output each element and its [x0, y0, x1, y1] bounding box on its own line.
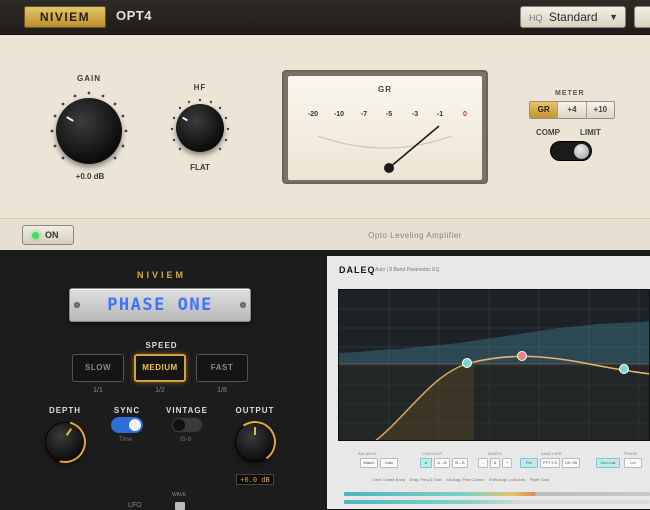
hq-label: HQ [529, 13, 543, 23]
speed-slow-sub: 1/1 [93, 387, 103, 394]
hf-value: FLAT [190, 163, 210, 172]
phase-one-plugin: NIVIEM PHASE ONE SPEED SLOW MEDIUM FAST … [0, 256, 323, 510]
eq-graph-svg [339, 290, 649, 440]
bands-plus[interactable]: + [502, 458, 512, 468]
contour-a-b[interactable]: A→B [434, 458, 450, 468]
eq-group-analyzer: ANALYZER [541, 451, 562, 456]
limit-label: LIMIT [580, 128, 601, 137]
meter-btn-plus4[interactable]: +4 [558, 102, 587, 118]
depth-label: DEPTH [48, 406, 82, 415]
eq-group-phase: PHASE [624, 451, 638, 456]
gain-knob[interactable] [56, 98, 122, 164]
preset-dropdown[interactable]: HQ Standard ▼ [520, 6, 626, 28]
eq-group-balance: BALANCE [358, 451, 377, 456]
gr-meter: GR -20 -10 -7 -5 -3 -1 0 [282, 70, 488, 184]
brand-badge: NIVIEM [24, 6, 106, 28]
contour-a[interactable]: A [420, 458, 432, 468]
gr-meter-face: GR -20 -10 -7 -5 -3 -1 0 [288, 76, 482, 180]
gain-label: GAIN [77, 74, 101, 83]
eq-status-item: Right: Solo [529, 477, 550, 482]
speed-fast-button[interactable]: FAST [196, 354, 248, 382]
output-value: +0.0 dB [236, 474, 274, 485]
bands-minus[interactable]: - [478, 458, 488, 468]
eq-level-meter-left [344, 492, 650, 496]
meter-btn-gr[interactable]: GR [530, 102, 559, 118]
opt4-footer: ON Opto Leveling Amplifier [0, 218, 650, 250]
output-ring [230, 417, 280, 467]
phase-title: PHASE ONE [107, 295, 213, 315]
comp-limit-switch[interactable] [550, 141, 592, 161]
analyzer-ob[interactable]: 1/6 OB [562, 458, 580, 468]
hf-knob[interactable] [176, 104, 224, 152]
menu-button[interactable] [634, 6, 650, 28]
daleq-subtitle: Auto | 8 Band Parametric EQ [375, 267, 440, 273]
analyzer-fft[interactable]: FFT 2.5 [540, 458, 560, 468]
eq-status-item: Drag: Freq & Gain [409, 477, 443, 482]
wave-label: WAVE [172, 492, 187, 498]
gr-needle [317, 125, 453, 173]
product-title: OPT4 [116, 8, 152, 23]
eq-group-contour: CONTOUR [422, 451, 443, 456]
eq-graph[interactable] [338, 289, 650, 441]
chevron-down-icon: ▼ [609, 12, 618, 22]
eq-controls: BALANCE Match Gain CONTOUR A A→B B→A BAN… [338, 448, 650, 474]
speed-label: SPEED [145, 341, 178, 350]
speed-slow-button[interactable]: SLOW [72, 354, 124, 382]
meter-btn-plus10[interactable]: +10 [586, 102, 614, 118]
balance-gain[interactable]: Gain [380, 458, 398, 468]
eq-level-meter-right [344, 500, 650, 504]
bands-count: 8 [490, 458, 500, 468]
phase-brand: NIVIEM [136, 270, 186, 280]
eq-group-bands: BANDS [488, 451, 502, 456]
sync-toggle[interactable] [111, 417, 143, 433]
phase-title-plate: PHASE ONE [69, 288, 251, 322]
sync-sub: Time [119, 437, 133, 443]
depth-ring [36, 413, 94, 471]
lfo-label: LFO [128, 502, 142, 509]
balance-match[interactable]: Match [360, 458, 378, 468]
screw-icon [240, 302, 246, 308]
gain-value: +0.0 dB [75, 172, 105, 181]
comp-label: COMP [536, 128, 560, 137]
vintage-sub: IS-9 [180, 437, 192, 443]
phase-lin[interactable]: Lin [624, 458, 642, 468]
speed-medium-sub: 1/2 [155, 387, 165, 394]
meter-selector: GR +4 +10 [529, 101, 615, 119]
screw-icon [74, 302, 80, 308]
eq-status-item: Alt-drag: Fine Control [446, 477, 485, 482]
tagline: Opto Leveling Amplifier [368, 231, 462, 240]
speed-fast-sub: 1/8 [217, 387, 227, 394]
opt4-plugin: NIVIEM OPT4 HQ Standard ▼ GAIN +0.0 dB H… [0, 0, 650, 250]
vintage-toggle[interactable] [171, 417, 203, 433]
sync-label: SYNC [113, 406, 141, 415]
contour-b-a[interactable]: B→A [452, 458, 468, 468]
hf-label: HF [193, 83, 207, 92]
eq-status-item: Shift-drag: Lock Axis [488, 477, 526, 482]
eq-status-bar: Cmd: Create Band Drag: Freq & Gain Alt-d… [372, 477, 549, 482]
phase-zero-lat[interactable]: Zero Lat [596, 458, 620, 468]
preset-value: Standard [548, 10, 598, 24]
analyzer-pre[interactable]: Pre [520, 458, 538, 468]
opt4-header: NIVIEM OPT4 HQ Standard ▼ [0, 0, 650, 35]
speed-medium-button[interactable]: MEDIUM [134, 354, 186, 382]
meter-label: METER [555, 90, 585, 97]
output-label: OUTPUT [235, 406, 275, 415]
vintage-label: VINTAGE [166, 406, 208, 415]
daleq-title: DALEQ [339, 265, 376, 275]
eq-status-item: Cmd: Create Band [372, 477, 406, 482]
daleq-plugin: DALEQ Auto | 8 Band Parametric EQ BALANC [327, 256, 650, 509]
